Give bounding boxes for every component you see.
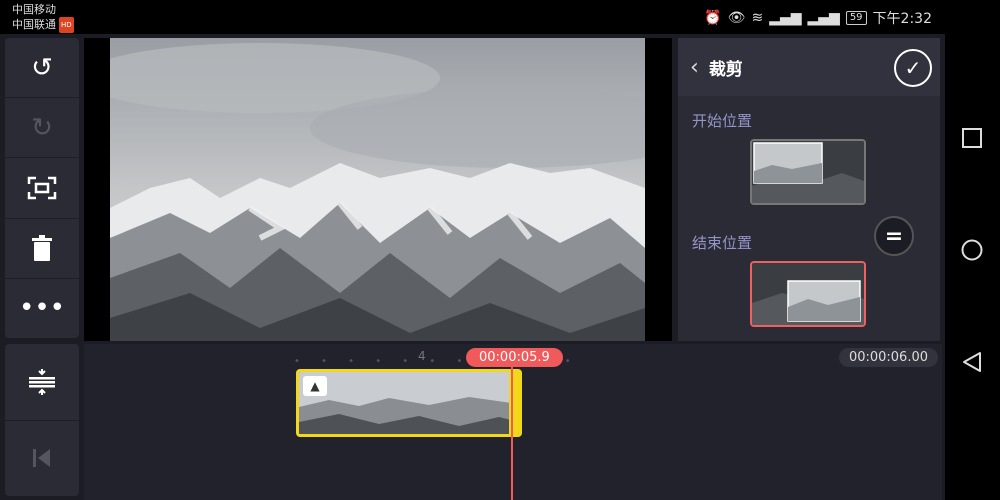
hd-badge: HD [59,17,74,33]
playhead[interactable] [511,358,513,500]
preview-image [110,38,645,341]
carrier-info: 中国移动 中国联通 HD [12,3,74,33]
timeline[interactable]: • • • • • • • • • • • 4 ▲ 00:00:05.9 00:… [84,344,942,500]
start-position-label: 开始位置 [692,112,753,130]
end-thumb-image [752,263,864,325]
edit-toolbar: ↺ ↻ ••• [5,38,79,338]
delete-button[interactable] [5,219,79,279]
skip-start-icon [33,449,50,468]
split-icon [29,368,55,395]
eye-icon: 👁 [727,10,746,26]
signal-4g-icon: ▂▄▆ [769,10,802,26]
status-bar: 中国移动 中国联通 HD ⏰ 👁 ≋ ▂▄▆ ▂▄▆ 59 下午2:32 [0,0,1000,34]
equals-icon: = [884,223,904,249]
split-button[interactable] [5,344,79,421]
confirm-button[interactable]: ✓ [894,49,932,87]
signal-2g-icon: ▂▄▆ [807,10,840,26]
end-position-thumb[interactable] [750,261,866,327]
swap-button[interactable]: = [874,216,914,256]
crop-button[interactable] [5,158,79,219]
start-position-thumb[interactable] [750,139,866,205]
redo-icon: ↻ [31,112,53,143]
clock: 下午2:32 [872,11,932,27]
current-time-badge: 00:00:05.9 [466,348,563,367]
timeline-toolbar [5,344,79,496]
back-icon[interactable]: ‹ [690,55,699,80]
more-icon: ••• [18,293,65,324]
back-button[interactable] [958,348,986,376]
circle-icon [961,239,983,261]
recents-button[interactable] [958,124,986,152]
carrier-secondary: 中国联通 [12,18,56,31]
ruler-mark: 4 [418,349,426,363]
wifi-icon: ≋ [751,10,764,26]
undo-icon: ↺ [31,52,53,83]
panel-title: 裁剪 [708,59,743,80]
redo-button[interactable]: ↻ [5,98,79,159]
home-button[interactable] [958,236,986,264]
end-position-label: 结束位置 [692,234,753,252]
carrier-primary: 中国移动 [12,3,56,16]
video-preview[interactable] [84,38,672,341]
checkmark-icon: ✓ [904,56,922,80]
clip-thumbnail [299,372,519,434]
trash-icon [32,235,52,262]
crop-icon [27,176,57,200]
skip-to-start-button[interactable] [5,421,79,497]
triangle-back-icon [963,352,981,372]
editor-app: ↺ ↻ ••• ‹ 裁剪 ✓ 开始位置 结束位置 = • • • • • • •… [0,34,945,500]
total-duration: 00:00:06.00 [838,348,938,367]
crop-panel: ‹ 裁剪 ✓ 开始位置 结束位置 = [678,38,940,341]
battery-icon: 59 [845,11,867,25]
undo-button[interactable]: ↺ [5,38,79,99]
more-button[interactable]: ••• [5,279,79,338]
alarm-icon: ⏰ [704,10,722,26]
system-nav-bar [945,34,1000,500]
video-clip[interactable]: ▲ [296,369,522,437]
status-icons: ⏰ 👁 ≋ ▂▄▆ ▂▄▆ 59 下午2:32 [704,8,932,28]
image-clip-icon: ▲ [303,376,327,396]
start-thumb-image [752,141,864,203]
square-icon [962,128,982,148]
